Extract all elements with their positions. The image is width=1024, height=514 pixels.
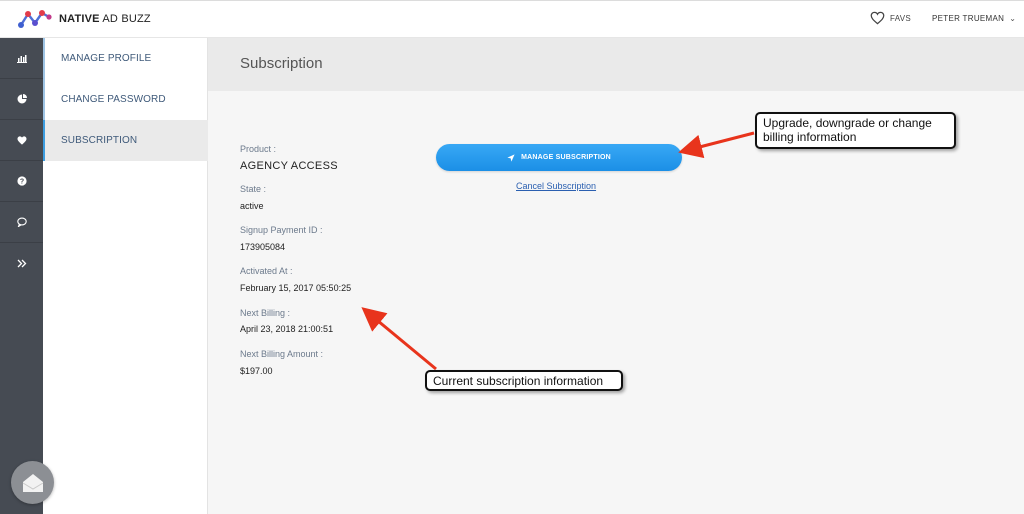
app-window: NATIVE AD BUZZ FAVS PETER TRUEMAN ⌄ ? MA… bbox=[0, 0, 1024, 514]
current-info-annotation-text: Current subscription information bbox=[433, 374, 604, 388]
current-info-annotation: Current subscription information bbox=[425, 370, 623, 391]
home-button[interactable] bbox=[11, 461, 54, 504]
current-info-arrow bbox=[361, 307, 437, 371]
home-icon bbox=[22, 473, 43, 492]
upgrade-arrow bbox=[678, 131, 755, 159]
annotation-arrows bbox=[361, 131, 755, 371]
upgrade-annotation: Upgrade, downgrade or change billing inf… bbox=[755, 112, 956, 149]
upgrade-annotation-line2: billing information bbox=[763, 130, 857, 144]
upgrade-annotation-line1: Upgrade, downgrade or change bbox=[763, 116, 932, 130]
